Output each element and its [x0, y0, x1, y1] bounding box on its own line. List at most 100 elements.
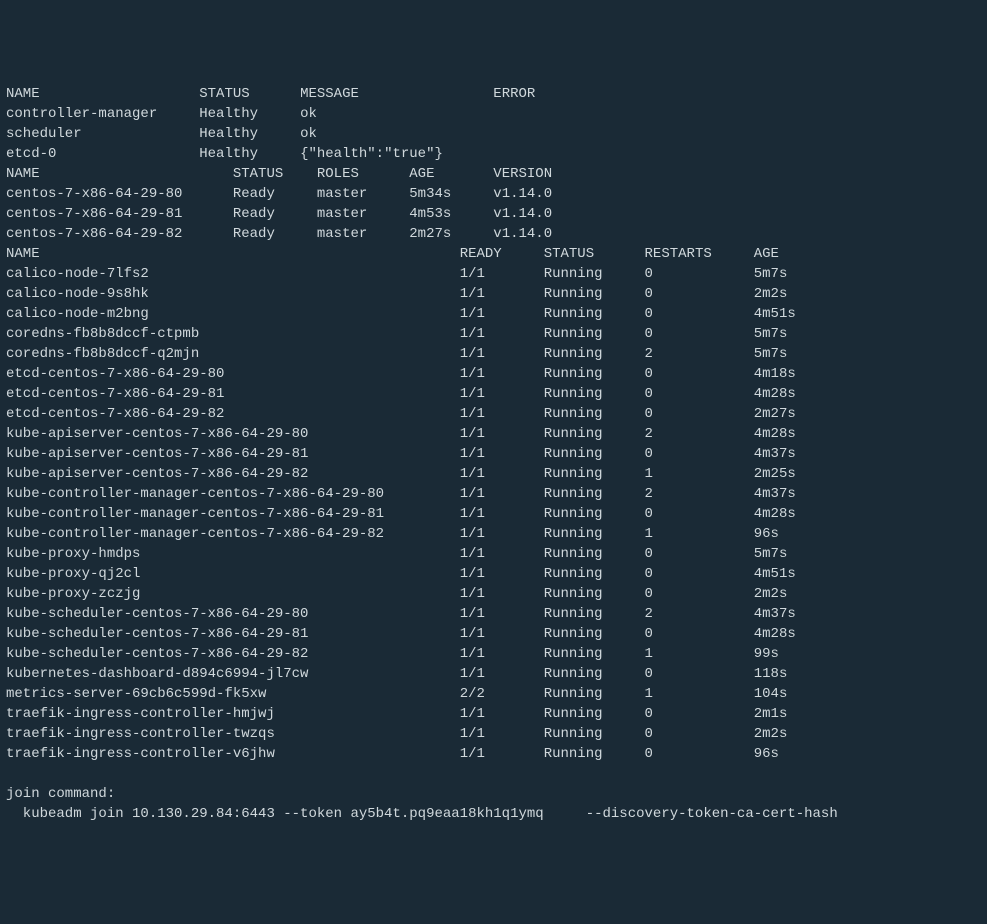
pod-restarts: 2 [645, 604, 754, 624]
pod-row: kubernetes-dashboard-d894c6994-jl7cw 1/1… [6, 664, 981, 684]
pod-age: 5m7s [754, 544, 838, 564]
pod-restarts: 0 [645, 264, 754, 284]
join-cmd-row: kubeadm join 10.130.29.84:6443 --token a… [6, 804, 981, 824]
pod-age: 2m2s [754, 284, 838, 304]
pod-status: Running [544, 584, 645, 604]
pod-row: kube-apiserver-centos-7-x86-64-29-80 1/1… [6, 424, 981, 444]
pod-row: kube-apiserver-centos-7-x86-64-29-82 1/1… [6, 464, 981, 484]
pod-age: 5m7s [754, 324, 838, 344]
pod-name: kube-proxy-zczjg [6, 584, 460, 604]
terminal-output[interactable]: NAME STATUS MESSAGE ERROR controller-man… [6, 84, 981, 824]
pod-status: Running [544, 704, 645, 724]
pod-row: kube-apiserver-centos-7-x86-64-29-81 1/1… [6, 444, 981, 464]
pod-row: etcd-centos-7-x86-64-29-82 1/1 Running 0… [6, 404, 981, 424]
pod-restarts: 1 [645, 464, 754, 484]
pod-age: 96s [754, 524, 838, 544]
pod-status: Running [544, 504, 645, 524]
cs-status: Healthy [199, 144, 300, 164]
cs-message: {"health":"true"} [300, 144, 493, 164]
pod-age: 2m2s [754, 584, 838, 604]
pod-name: kube-apiserver-centos-7-x86-64-29-80 [6, 424, 460, 444]
node-row: centos-7-x86-64-29-80 Ready master 5m34s… [6, 184, 981, 204]
cs-message: ok [300, 104, 493, 124]
pod-row: kube-proxy-hmdps 1/1 Running 0 5m7s [6, 544, 981, 564]
pod-ready: 1/1 [460, 384, 544, 404]
pod-restarts: 2 [645, 344, 754, 364]
pod-ready: 1/1 [460, 504, 544, 524]
blank [6, 764, 14, 784]
cs-header-row: NAME STATUS MESSAGE ERROR [6, 84, 981, 104]
pod-restarts: 1 [645, 524, 754, 544]
pod-name: calico-node-m2bng [6, 304, 460, 324]
pod-row: kube-scheduler-centos-7-x86-64-29-80 1/1… [6, 604, 981, 624]
cs-status: Healthy [199, 124, 300, 144]
node-hdr-roles: ROLES [317, 164, 409, 184]
node-roles: master [317, 204, 409, 224]
node-row: centos-7-x86-64-29-82 Ready master 2m27s… [6, 224, 981, 244]
pod-row: traefik-ingress-controller-twzqs 1/1 Run… [6, 724, 981, 744]
cs-hdr-message: MESSAGE [300, 84, 493, 104]
pod-ready: 1/1 [460, 704, 544, 724]
pod-age: 4m28s [754, 624, 838, 644]
node-name: centos-7-x86-64-29-82 [6, 224, 233, 244]
pod-age: 2m2s [754, 724, 838, 744]
pod-restarts: 2 [645, 484, 754, 504]
pod-age: 4m18s [754, 364, 838, 384]
pod-status: Running [544, 384, 645, 404]
pod-ready: 1/1 [460, 664, 544, 684]
pod-hdr-restarts: RESTARTS [645, 244, 754, 264]
pod-restarts: 0 [645, 724, 754, 744]
pod-status: Running [544, 664, 645, 684]
pod-name: kube-apiserver-centos-7-x86-64-29-81 [6, 444, 460, 464]
pod-name: etcd-centos-7-x86-64-29-81 [6, 384, 460, 404]
pod-restarts: 1 [645, 644, 754, 664]
node-status: Ready [233, 224, 317, 244]
pod-restarts: 0 [645, 704, 754, 724]
pod-ready: 1/1 [460, 404, 544, 424]
pod-ready: 1/1 [460, 604, 544, 624]
pod-age: 4m51s [754, 564, 838, 584]
pod-name: kubernetes-dashboard-d894c6994-jl7cw [6, 664, 460, 684]
pod-restarts: 0 [645, 744, 754, 764]
pod-name: kube-controller-manager-centos-7-x86-64-… [6, 484, 460, 504]
pod-ready: 1/1 [460, 644, 544, 664]
pod-hdr-age: AGE [754, 244, 838, 264]
pod-age: 2m25s [754, 464, 838, 484]
pod-ready: 1/1 [460, 544, 544, 564]
cs-name: controller-manager [6, 104, 199, 124]
cs-error [493, 124, 577, 144]
pod-status: Running [544, 604, 645, 624]
pod-age: 4m37s [754, 604, 838, 624]
pod-name: traefik-ingress-controller-hmjwj [6, 704, 460, 724]
cs-name: scheduler [6, 124, 199, 144]
node-version: v1.14.0 [493, 204, 577, 224]
pod-status: Running [544, 284, 645, 304]
pod-name: kube-controller-manager-centos-7-x86-64-… [6, 504, 460, 524]
pod-row: calico-node-9s8hk 1/1 Running 0 2m2s [6, 284, 981, 304]
pod-ready: 1/1 [460, 364, 544, 384]
pod-row: coredns-fb8b8dccf-ctpmb 1/1 Running 0 5m… [6, 324, 981, 344]
pod-status: Running [544, 684, 645, 704]
node-name: centos-7-x86-64-29-80 [6, 184, 233, 204]
cs-message: ok [300, 124, 493, 144]
pod-name: etcd-centos-7-x86-64-29-80 [6, 364, 460, 384]
pod-ready: 1/1 [460, 284, 544, 304]
cs-status: Healthy [199, 104, 300, 124]
join-cmd: kubeadm join 10.130.29.84:6443 --token a… [6, 806, 838, 822]
pod-row: etcd-centos-7-x86-64-29-81 1/1 Running 0… [6, 384, 981, 404]
cs-hdr-name: NAME [6, 84, 199, 104]
nodes-header-row: NAME STATUS ROLES AGE VERSION [6, 164, 981, 184]
pod-row: metrics-server-69cb6c599d-fk5xw 2/2 Runn… [6, 684, 981, 704]
pod-status: Running [544, 424, 645, 444]
pod-restarts: 0 [645, 404, 754, 424]
pod-age: 118s [754, 664, 838, 684]
pod-name: metrics-server-69cb6c599d-fk5xw [6, 684, 460, 704]
pod-row: coredns-fb8b8dccf-q2mjn 1/1 Running 2 5m… [6, 344, 981, 364]
pod-age: 4m37s [754, 484, 838, 504]
pod-hdr-ready: READY [460, 244, 544, 264]
cs-hdr-error: ERROR [493, 84, 577, 104]
pod-ready: 1/1 [460, 424, 544, 444]
pod-status: Running [544, 464, 645, 484]
pod-status: Running [544, 724, 645, 744]
pod-name: kube-apiserver-centos-7-x86-64-29-82 [6, 464, 460, 484]
